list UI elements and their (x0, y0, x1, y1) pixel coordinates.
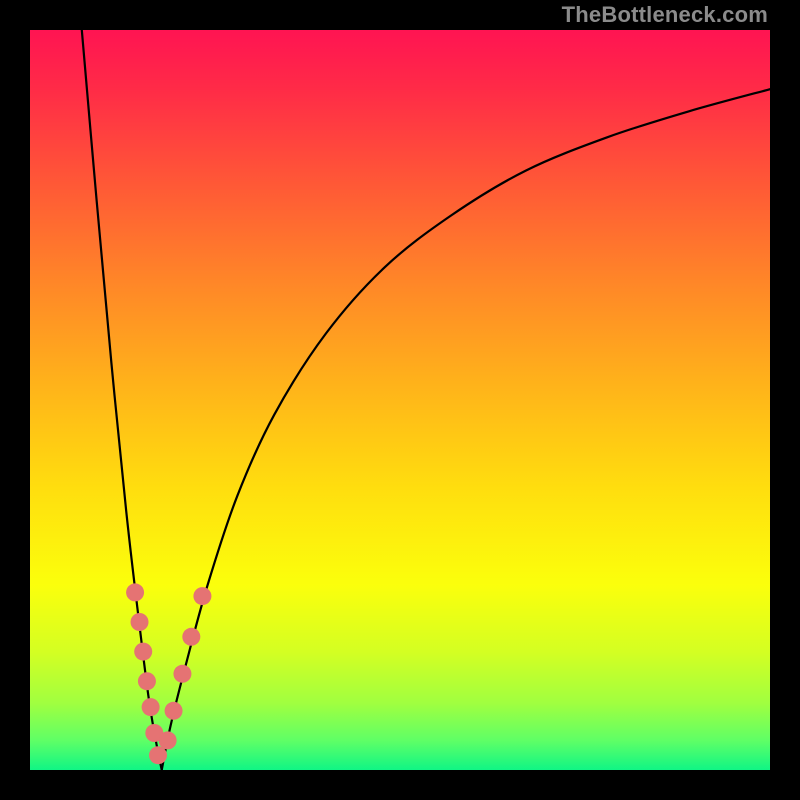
watermark-text: TheBottleneck.com (562, 2, 768, 28)
marker-point (138, 672, 156, 690)
marker-point (173, 665, 191, 683)
chart-svg (30, 30, 770, 770)
curve-left-branch (82, 30, 162, 770)
chart-frame: TheBottleneck.com (0, 0, 800, 800)
marker-group (126, 583, 211, 764)
plot-area (30, 30, 770, 770)
marker-point (165, 702, 183, 720)
marker-point (182, 628, 200, 646)
marker-point (159, 731, 177, 749)
marker-point (142, 698, 160, 716)
curve-group (82, 30, 770, 770)
marker-point (126, 583, 144, 601)
marker-point (134, 643, 152, 661)
marker-point (149, 746, 167, 764)
curve-right-branch (162, 89, 770, 770)
marker-point (131, 613, 149, 631)
marker-point (193, 587, 211, 605)
